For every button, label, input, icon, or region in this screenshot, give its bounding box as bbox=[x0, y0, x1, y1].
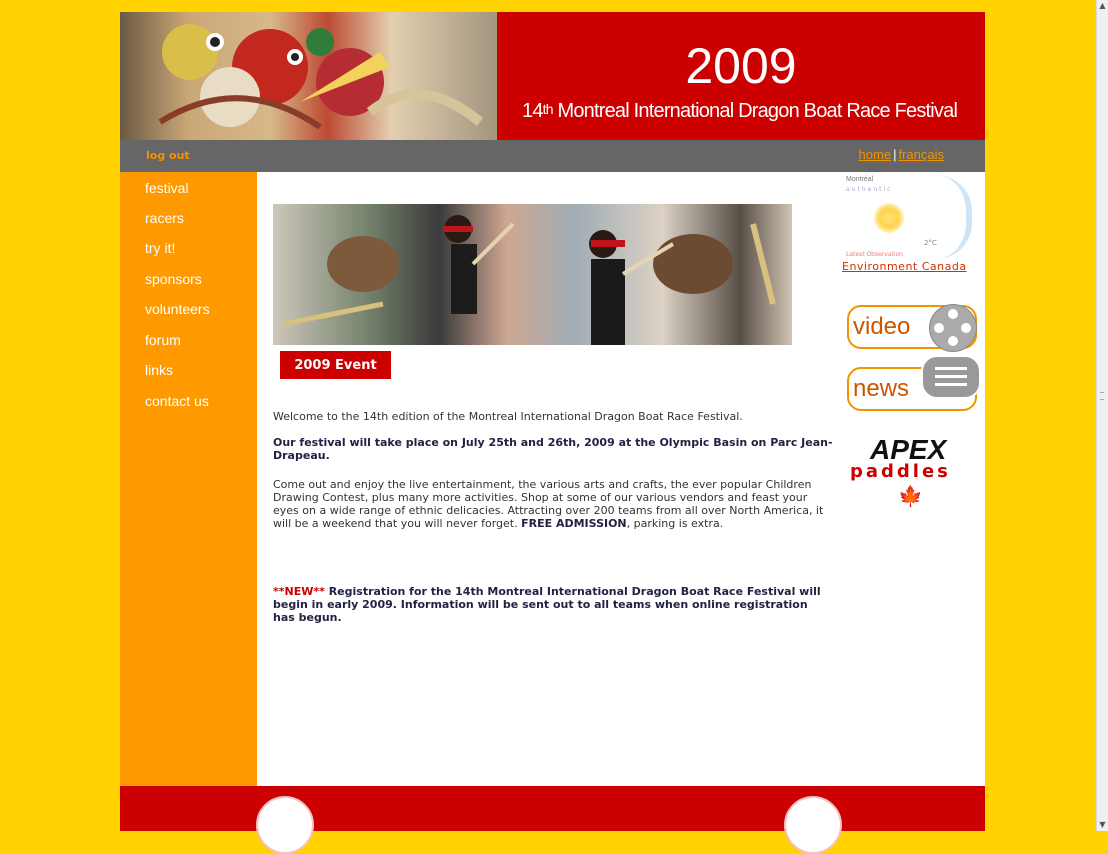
drummers-photo bbox=[273, 204, 792, 345]
nav-item-festival[interactable]: festival bbox=[145, 180, 189, 196]
apex-paddles-logo[interactable]: APEX paddles 🍁 bbox=[848, 434, 972, 508]
vertical-scrollbar[interactable]: ▲ ▼ bbox=[1096, 0, 1108, 831]
registration-notice: **NEW** Registration for the 14th Montre… bbox=[273, 585, 821, 624]
nav-item-racers[interactable]: racers bbox=[145, 210, 184, 226]
weather-arc bbox=[936, 175, 972, 259]
nav-item-sponsors[interactable]: sponsors bbox=[145, 271, 202, 287]
left-navigation: festival racers try it! sponsors volunte… bbox=[120, 172, 257, 786]
video-button[interactable]: video bbox=[847, 304, 977, 352]
scroll-up-icon[interactable]: ▲ bbox=[1098, 1, 1107, 11]
home-link[interactable]: home bbox=[859, 147, 892, 162]
news-button[interactable]: news bbox=[847, 355, 981, 411]
nav-item-volunteers[interactable]: volunteers bbox=[145, 301, 210, 317]
speech-bubble-icon bbox=[921, 355, 981, 399]
welcome-text: Welcome to the 14th edition of the Montr… bbox=[273, 410, 743, 423]
drummers-illustration bbox=[273, 204, 792, 345]
new-tag: **NEW** bbox=[273, 585, 325, 598]
maple-leaf-icon: 🍁 bbox=[898, 484, 923, 508]
nav-item-contact-us[interactable]: contact us bbox=[145, 393, 209, 409]
event-badge: 2009 Event bbox=[280, 351, 391, 379]
logout-link[interactable]: log out bbox=[146, 149, 190, 162]
language-links: home | français bbox=[859, 147, 944, 162]
weather-widget[interactable]: Montréal authentic 2°C Latest Observatio… bbox=[844, 175, 972, 259]
top-bar: log out home | français bbox=[120, 140, 985, 172]
dragon-illustration bbox=[158, 24, 484, 130]
festival-year: 2009 bbox=[685, 38, 797, 94]
environment-canada-link[interactable]: Environment Canada bbox=[842, 260, 967, 273]
dragon-head-photo bbox=[120, 12, 497, 140]
nav-item-forum[interactable]: forum bbox=[145, 332, 181, 348]
film-reel-icon bbox=[929, 304, 977, 352]
french-link[interactable]: français bbox=[898, 147, 944, 162]
banner-title-area: 2009 14th Montreal International Dragon … bbox=[497, 12, 985, 140]
right-emblem-icon bbox=[784, 796, 842, 854]
header-banner: 2009 14th Montreal International Dragon … bbox=[120, 12, 985, 140]
sun-icon bbox=[874, 203, 904, 233]
scroll-down-icon[interactable]: ▼ bbox=[1098, 820, 1107, 830]
scroll-grip[interactable] bbox=[1100, 392, 1104, 400]
footer-bar bbox=[120, 786, 985, 854]
nav-item-try-it[interactable]: try it! bbox=[145, 240, 175, 256]
page-container: 2009 14th Montreal International Dragon … bbox=[120, 12, 985, 854]
festival-description: Come out and enjoy the live entertainmen… bbox=[273, 478, 824, 530]
festival-title: 14th Montreal International Dragon Boat … bbox=[522, 100, 958, 122]
left-emblem-icon bbox=[256, 796, 314, 854]
nav-item-links[interactable]: links bbox=[145, 362, 173, 378]
festival-dates-text: Our festival will take place on July 25t… bbox=[273, 436, 833, 462]
